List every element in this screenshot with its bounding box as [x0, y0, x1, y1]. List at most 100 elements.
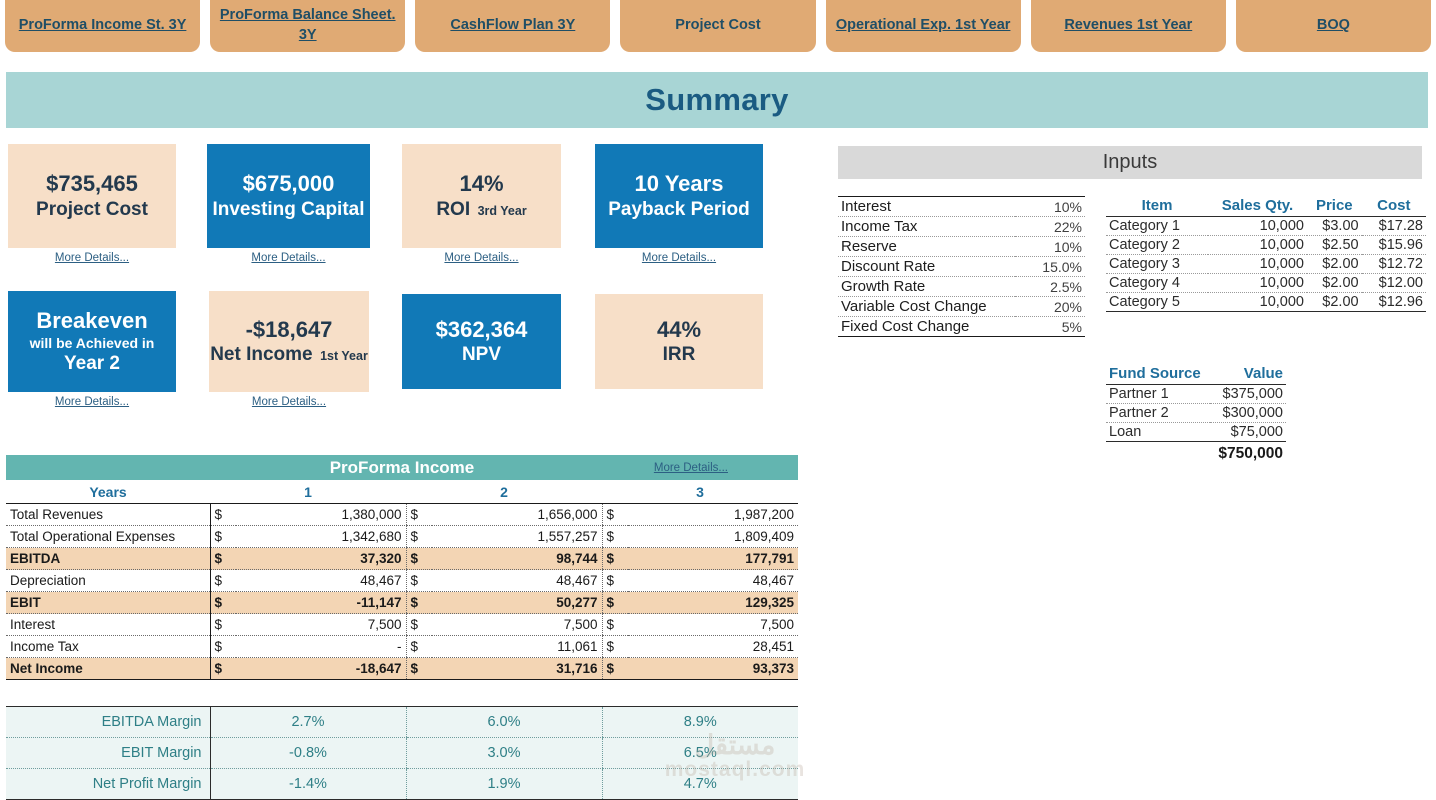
input-parameter-value[interactable]: 2.5% — [1015, 276, 1085, 297]
margins-cell-value: -0.8% — [210, 737, 406, 769]
proforma-row-label: EBIT — [6, 591, 211, 614]
proforma-currency-symbol: $ — [405, 503, 432, 526]
proforma-cell-value: 37,320 — [236, 547, 406, 570]
kpi-more-details-link-0[interactable]: More Details... — [0, 252, 196, 264]
proforma-row: EBITDA $37,320 $98,744 $177,791 — [6, 547, 798, 570]
margins-cell-value: 6.0% — [405, 706, 602, 738]
margins-cell-value: 4.7% — [601, 768, 798, 800]
proforma-currency-symbol: $ — [210, 591, 236, 614]
margins-table: EBITDA Margin 2.7% 6.0% 8.9% EBIT Margin -0.8… — [6, 706, 798, 800]
input-parameter-value[interactable]: 10% — [1015, 236, 1085, 257]
proforma-income-body: Total Revenues $1,380,000 $1,656,000 $1,987… — [6, 503, 798, 680]
input-parameter-row: Variable Cost Change 20% — [838, 296, 1085, 317]
categories-cell: $2.00 — [1307, 254, 1362, 274]
proforma-currency-symbol: $ — [210, 503, 236, 526]
kpi-label: ROI — [436, 198, 471, 220]
kpi-label: NPV — [461, 344, 502, 366]
kpi-card-3: 10 Years Payback Period — [595, 144, 763, 248]
proforma-cell-value: 48,467 — [628, 569, 798, 592]
kpi-card-1: $675,000 Investing Capital — [207, 144, 370, 248]
nav-tab-5[interactable]: Revenues 1st Year — [1030, 0, 1226, 52]
input-parameter-row: Reserve 10% — [838, 236, 1085, 257]
fund-source-cell: $300,000 — [1210, 403, 1286, 423]
kpi-value: $675,000 — [242, 171, 335, 197]
nav-tab-0[interactable]: ProForma Income St. 3Y — [5, 0, 201, 52]
fund-source-cell: Loan — [1106, 422, 1211, 442]
kpi-more-details-link-3[interactable]: More Details... — [575, 252, 783, 264]
categories-cell: $2.00 — [1307, 292, 1362, 312]
categories-table-row: Category 1 10,000 $3.00 $17.28 — [1106, 216, 1426, 236]
nav-tab-2[interactable]: CashFlow Plan 3Y — [415, 0, 611, 52]
kpi-value: $362,364 — [435, 316, 528, 342]
fund-source-row: Partner 1 $375,000 — [1106, 384, 1286, 404]
margins-cell-value: 6.5% — [601, 737, 798, 769]
proforma-row-label: EBITDA — [6, 547, 211, 570]
nav-tab-label: Revenues 1st Year — [1064, 17, 1193, 34]
fund-source-header-cell: Fund Source — [1106, 364, 1211, 385]
proforma-income-title: ProForma Income — [329, 457, 475, 477]
kpi-label: Investing Capital — [212, 198, 365, 220]
proforma-row: Income Tax $ - $11,061 $28,451 — [6, 635, 798, 658]
kpi-more-details-link-4[interactable]: More Details... — [0, 396, 196, 408]
kpi-value: 10 Years — [634, 171, 724, 197]
proforma-currency-symbol: $ — [210, 657, 236, 680]
nav-tab-label: ProForma Income St. 3Y — [18, 17, 187, 34]
nav-tab-label: ProForma Balance Sheet. 3Y — [219, 7, 396, 43]
proforma-currency-symbol: $ — [601, 525, 628, 548]
categories-cell: Category 3 — [1106, 254, 1208, 274]
fund-source-table-body: Partner 1 $375,000 Partner 2 $300,000 Loan $7… — [1106, 384, 1286, 465]
kpi-card-6: $362,364 NPV — [402, 294, 561, 389]
input-parameter-value[interactable]: 22% — [1015, 216, 1085, 237]
nav-tab-4[interactable]: Operational Exp. 1st Year — [825, 0, 1021, 52]
nav-tab-1[interactable]: ProForma Balance Sheet. 3Y — [210, 0, 406, 52]
categories-table-body: Category 1 10,000 $3.00 $17.28 Category 2 10,… — [1106, 216, 1426, 312]
proforma-currency-symbol: $ — [405, 657, 432, 680]
kpi-label: Net Income — [210, 344, 313, 366]
categories-cell: $12.72 — [1361, 254, 1426, 274]
nav-tab-label: CashFlow Plan 3Y — [450, 17, 576, 34]
input-parameter-value[interactable]: 15.0% — [1015, 256, 1085, 277]
inputs-title: Inputs — [1102, 151, 1158, 173]
kpi-more-details-link-5[interactable]: More Details... — [189, 396, 389, 408]
input-parameter-value[interactable]: 10% — [1015, 196, 1085, 217]
categories-cell: 10,000 — [1208, 292, 1307, 312]
input-parameter-name: Variable Cost Change — [838, 296, 1015, 317]
kpi-more-details-link-1[interactable]: More Details... — [187, 252, 390, 264]
proforma-row: Total Operational Expenses $1,342,680 $1,5… — [6, 525, 798, 548]
input-parameters-body: Interest 10% Income Tax 22% Reserve 10% Discou… — [838, 196, 1085, 337]
input-parameter-row: Growth Rate 2.5% — [838, 276, 1085, 297]
input-parameter-value[interactable]: 20% — [1015, 296, 1085, 317]
input-parameter-row: Income Tax 22% — [838, 216, 1085, 237]
proforma-row-label: Total Revenues — [6, 503, 211, 526]
proforma-year-header-2: 2 — [500, 484, 508, 500]
kpi-card-5: -$18,647 Net Income 1st Year — [209, 291, 369, 392]
proforma-row: EBIT $ -11,147 $50,277 $129,325 — [6, 591, 798, 614]
categories-cell: $15.96 — [1361, 235, 1426, 255]
categories-cell: $12.96 — [1361, 292, 1426, 312]
kpi-label-row: Payback Period — [608, 198, 750, 222]
proforma-cell-value: 1,656,000 — [432, 503, 602, 526]
proforma-currency-symbol: $ — [405, 569, 432, 592]
margins-row: Net Profit Margin -1.4% 1.9% 4.7% — [6, 768, 798, 800]
fund-source-header-cell: Value — [1210, 364, 1286, 385]
proforma-more-details-link[interactable]: More Details... — [654, 462, 728, 474]
proforma-currency-symbol: $ — [601, 613, 628, 636]
input-parameter-name: Discount Rate — [838, 256, 1015, 277]
kpi-label: Year 2 — [64, 353, 120, 375]
proforma-row: Net Income $ -18,647 $31,716 $93,373 — [6, 657, 798, 680]
proforma-currency-symbol: $ — [210, 613, 236, 636]
categories-header-cell: Item — [1106, 196, 1208, 217]
fund-source-total-row: $750,000 — [1106, 442, 1286, 465]
kpi-more-details-link-2[interactable]: More Details... — [382, 252, 581, 264]
proforma-years-row: Years 1 2 3 — [6, 482, 798, 502]
input-parameter-value[interactable]: 5% — [1015, 316, 1085, 337]
kpi-card-2: 14% ROI 3rd Year — [402, 144, 561, 248]
kpi-label: IRR — [662, 344, 696, 366]
categories-header-cell: Sales Qty. — [1208, 196, 1307, 217]
margins-cell-value: 3.0% — [405, 737, 602, 769]
input-parameter-name: Reserve — [838, 236, 1015, 257]
nav-tab-3[interactable]: Project Cost — [620, 0, 816, 52]
fund-source-total-value: $750,000 — [1218, 445, 1283, 462]
categories-cell: $2.00 — [1307, 273, 1362, 293]
nav-tab-6[interactable]: BOQ — [1235, 0, 1431, 52]
